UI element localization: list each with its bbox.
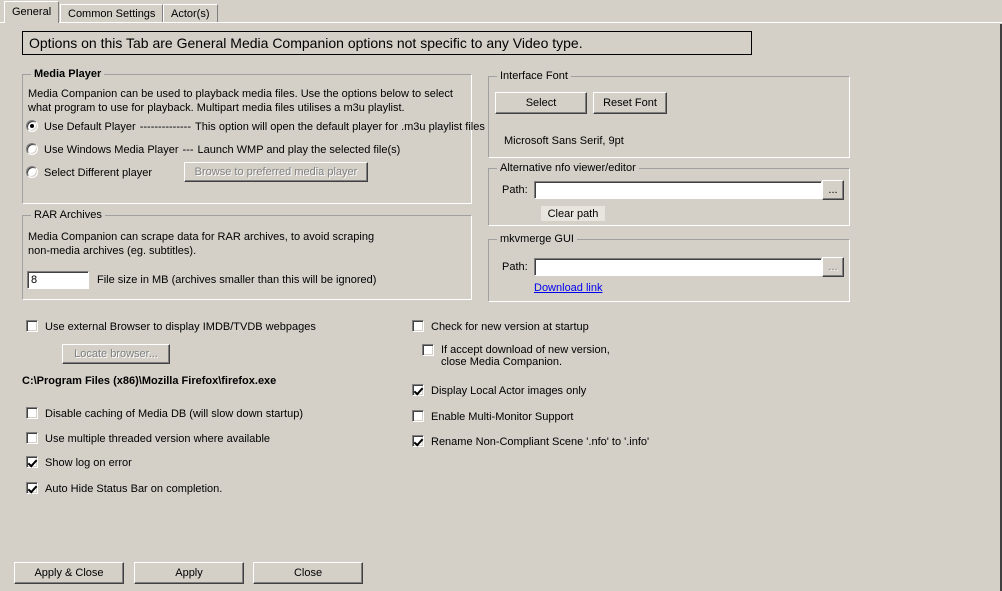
checkbox-check-new-version[interactable] [412, 320, 424, 332]
checkbox-row-check-new-version[interactable]: Check for new version at startup [412, 320, 589, 333]
radio-select-different-player[interactable] [26, 166, 38, 178]
clear-path-button[interactable]: Clear path [540, 205, 606, 222]
checkbox-label-multi-threaded: Use multiple threaded version where avai… [45, 433, 271, 445]
checkbox-row-close-after-download[interactable]: If accept download of new version, close… [422, 344, 682, 368]
tab-general[interactable]: General [4, 1, 60, 23]
nfo-viewer-group-title: Alternative nfo viewer/editor [497, 162, 639, 174]
tab-strip: General Common Settings Actor(s) [0, 0, 1002, 24]
tab-common-settings[interactable]: Common Settings [60, 4, 164, 22]
checkbox-label-rename-non-compliant: Rename Non-Compliant Scene '.nfo' to '.i… [431, 436, 650, 448]
mkvmerge-download-link[interactable]: Download link [534, 282, 602, 294]
radio-row-windows-media-player[interactable]: Use Windows Media Player --- Launch WMP an… [26, 143, 400, 156]
nfo-path-label: Path: [502, 184, 528, 196]
radio-label-use-windows-media-player: Use Windows Media Player [44, 144, 179, 156]
media-player-description-2: what program to use for playback. Multip… [28, 102, 405, 114]
rar-file-size-label: File size in MB (archives smaller than t… [97, 274, 377, 286]
checkbox-row-auto-hide-status-bar[interactable]: Auto Hide Status Bar on completion. [26, 482, 222, 495]
radio-use-windows-media-player[interactable] [26, 143, 38, 155]
radio-dashes-default-player: -------------- [139, 121, 192, 133]
checkbox-label-show-log-on-error: Show log on error [45, 457, 132, 469]
select-font-button[interactable]: Select [495, 92, 587, 114]
checkbox-label-disable-caching: Disable caching of Media DB (will slow d… [45, 408, 303, 420]
rar-file-size-input[interactable]: 8 [27, 271, 89, 289]
options-dialog: General Common Settings Actor(s) Options… [0, 0, 1002, 591]
checkbox-row-multi-monitor[interactable]: Enable Multi-Monitor Support [412, 410, 573, 423]
apply-and-close-button[interactable]: Apply & Close [14, 562, 124, 584]
radio-dashes-wmp: --- [182, 144, 194, 156]
radio-detail-use-default-player: This option will open the default player… [195, 121, 485, 133]
checkbox-label-enable-multi-monitor: Enable Multi-Monitor Support [431, 411, 574, 423]
rar-archives-group-title: RAR Archives [31, 209, 105, 221]
radio-use-default-player[interactable] [26, 120, 38, 132]
checkbox-use-external-browser[interactable] [26, 320, 38, 332]
checkbox-label-close-after-download-line1: If accept download of new version, [441, 344, 610, 356]
mkvmerge-group-title: mkvmerge GUI [497, 233, 577, 245]
checkbox-show-log-on-error[interactable] [26, 456, 38, 468]
checkbox-label-display-local-actor-images: Display Local Actor images only [431, 385, 587, 397]
checkbox-close-after-download[interactable] [422, 344, 434, 356]
radio-label-select-different-player: Select Different player [44, 167, 153, 179]
browse-media-player-button[interactable]: Browse to preferred media player [184, 162, 368, 182]
nfo-path-input[interactable] [534, 181, 822, 199]
mkvmerge-path-browse-button[interactable]: ... [822, 257, 844, 277]
checkbox-display-local-actor-images[interactable] [412, 384, 424, 396]
checkbox-enable-multi-monitor[interactable] [412, 410, 424, 422]
checkbox-row-external-browser[interactable]: Use external Browser to display IMDB/TVD… [26, 320, 316, 333]
checkbox-label-close-after-download-line2: close Media Companion. [441, 356, 563, 368]
checkbox-label-use-external-browser: Use external Browser to display IMDB/TVD… [45, 321, 316, 333]
rar-description-2: non-media archives (eg. subtitles). [28, 245, 197, 257]
checkbox-row-disable-caching[interactable]: Disable caching of Media DB (will slow d… [26, 407, 303, 420]
tab-actors[interactable]: Actor(s) [163, 4, 218, 22]
checkbox-multi-threaded[interactable] [26, 432, 38, 444]
close-button[interactable]: Close [253, 562, 363, 584]
radio-row-select-different-player[interactable]: Select Different player [26, 166, 152, 179]
checkbox-label-auto-hide-status-bar: Auto Hide Status Bar on completion. [45, 483, 223, 495]
mkvmerge-path-input[interactable] [534, 258, 822, 276]
radio-row-default-player[interactable]: Use Default Player -------------- This opt… [26, 120, 485, 133]
page-title: Options on this Tab are General Media Co… [22, 31, 752, 55]
nfo-path-browse-button[interactable]: ... [822, 180, 844, 200]
checkbox-rename-non-compliant[interactable] [412, 435, 424, 447]
media-player-group-title: Media Player [31, 68, 105, 80]
rar-description-1: Media Companion can scrape data for RAR … [28, 231, 375, 243]
checkbox-row-show-log-on-error[interactable]: Show log on error [26, 456, 132, 469]
apply-button[interactable]: Apply [134, 562, 244, 584]
reset-font-button[interactable]: Reset Font [593, 92, 667, 114]
locate-browser-button[interactable]: Locate browser... [62, 344, 170, 364]
checkbox-label-check-new-version: Check for new version at startup [431, 321, 589, 333]
current-font-label: Microsoft Sans Serif, 9pt [504, 135, 624, 147]
radio-detail-use-windows-media-player: Launch WMP and play the selected file(s) [197, 144, 401, 156]
checkbox-auto-hide-status-bar[interactable] [26, 482, 38, 494]
mkvmerge-path-label: Path: [502, 261, 528, 273]
checkbox-row-local-actor-images[interactable]: Display Local Actor images only [412, 384, 586, 397]
checkbox-disable-caching[interactable] [26, 407, 38, 419]
checkbox-row-rename-non-compliant[interactable]: Rename Non-Compliant Scene '.nfo' to '.i… [412, 435, 649, 448]
radio-label-use-default-player: Use Default Player [44, 121, 136, 133]
tab-page-general: Options on this Tab are General Media Co… [0, 24, 1002, 591]
checkbox-row-multi-threaded[interactable]: Use multiple threaded version where avai… [26, 432, 270, 445]
interface-font-group-title: Interface Font [497, 70, 571, 82]
browser-path-value: C:\Program Files (x86)\Mozilla Firefox\f… [22, 375, 277, 387]
media-player-description-1: Media Companion can be used to playback … [28, 88, 453, 100]
